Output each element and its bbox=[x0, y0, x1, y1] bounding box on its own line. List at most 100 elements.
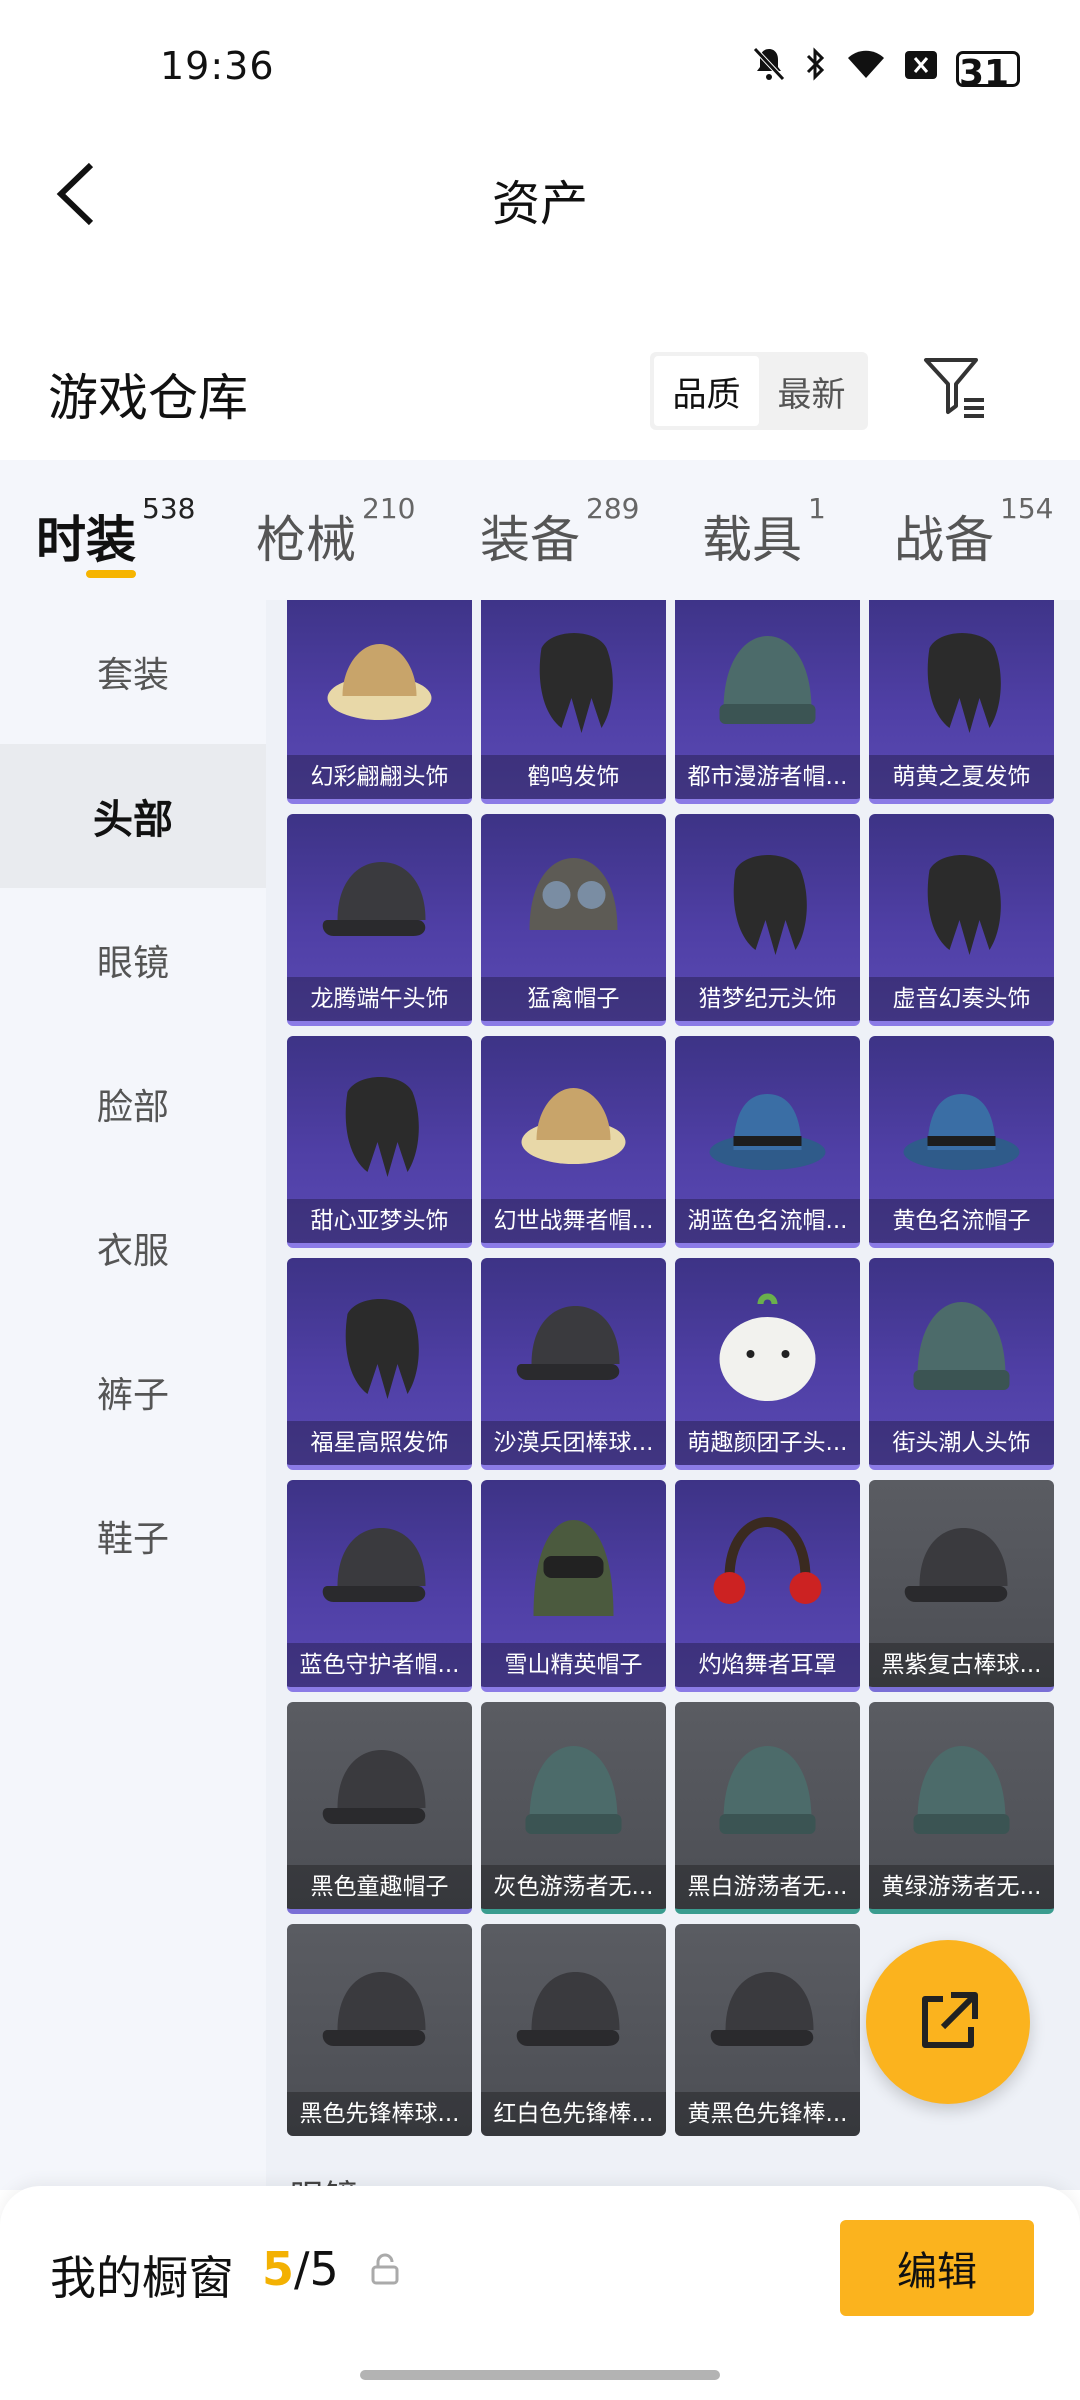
item-card[interactable]: 雪山精英帽子 bbox=[481, 1480, 666, 1692]
item-card[interactable]: 黄绿游荡者无... bbox=[869, 1702, 1054, 1914]
fedora-icon bbox=[899, 1062, 1024, 1182]
tab-guns[interactable]: 枪械210 bbox=[256, 492, 415, 572]
item-name: 街头潮人头饰 bbox=[869, 1421, 1054, 1465]
sidebar-item-head[interactable]: 头部 bbox=[0, 744, 266, 888]
item-card[interactable]: 街头潮人头饰 bbox=[869, 1258, 1054, 1470]
tab-label: 战备 bbox=[894, 511, 994, 569]
filter-button[interactable] bbox=[920, 350, 990, 420]
tab-vehicles[interactable]: 载具1 bbox=[702, 492, 826, 572]
item-card[interactable]: 幻世战舞者帽... bbox=[481, 1036, 666, 1248]
item-card[interactable]: 黑色童趣帽子 bbox=[287, 1702, 472, 1914]
item-name: 沙漠兵团棒球... bbox=[481, 1421, 666, 1465]
home-indicator[interactable] bbox=[360, 2370, 720, 2380]
cap-icon bbox=[705, 1950, 830, 2070]
tab-fashion[interactable]: 时装538 bbox=[36, 492, 195, 572]
sim-off-icon bbox=[904, 49, 938, 89]
sidebar-item-glasses[interactable]: 眼镜 bbox=[0, 888, 266, 1032]
edit-button[interactable]: 编辑 bbox=[840, 2220, 1034, 2316]
item-name: 萌趣颜团子头... bbox=[675, 1421, 860, 1465]
hair-icon bbox=[511, 618, 636, 738]
item-name: 黄绿游荡者无... bbox=[869, 1865, 1054, 1909]
wifi-icon bbox=[846, 48, 886, 89]
item-card[interactable]: 湖蓝色名流帽... bbox=[675, 1036, 860, 1248]
sidebar-item-face[interactable]: 脸部 bbox=[0, 1032, 266, 1176]
item-card[interactable]: 幻彩翩翩头饰 bbox=[287, 600, 472, 804]
item-card[interactable]: 鹤鸣发饰 bbox=[481, 600, 666, 804]
cap-icon bbox=[511, 1950, 636, 2070]
showcase-count: 5/5 bbox=[262, 2242, 339, 2296]
showcase-current: 5 bbox=[262, 2242, 295, 2296]
item-card[interactable]: 黑白游荡者无... bbox=[675, 1702, 860, 1914]
category-tabs: 时装538 枪械210 装备289 载具1 战备154 bbox=[0, 460, 1080, 600]
cap-icon bbox=[317, 1950, 442, 2070]
cap-icon bbox=[317, 1506, 442, 1626]
beanie-icon bbox=[511, 1728, 636, 1848]
item-name: 幻世战舞者帽... bbox=[481, 1199, 666, 1243]
helmet-icon bbox=[511, 840, 636, 960]
hat-icon bbox=[317, 618, 442, 738]
item-name: 幻彩翩翩头饰 bbox=[287, 755, 472, 799]
item-name: 龙腾端午头饰 bbox=[287, 977, 472, 1021]
beanie-icon bbox=[705, 618, 830, 738]
item-card[interactable]: 虚音幻奏头饰 bbox=[869, 814, 1054, 1026]
item-card[interactable]: 灰色游荡者无... bbox=[481, 1702, 666, 1914]
sort-toggle: 品质 最新 bbox=[650, 352, 868, 430]
item-card[interactable]: 黑色先锋棒球... bbox=[287, 1924, 472, 2136]
hair-icon bbox=[317, 1284, 442, 1404]
item-name: 甜心亚梦头饰 bbox=[287, 1199, 472, 1243]
sidebar-item-set[interactable]: 套装 bbox=[0, 600, 266, 744]
item-name: 萌黄之夏发饰 bbox=[869, 755, 1054, 799]
bluetooth-icon bbox=[804, 46, 828, 91]
tab-label: 时装 bbox=[36, 511, 136, 569]
page-title: 资产 bbox=[491, 176, 588, 232]
sort-latest-button[interactable]: 最新 bbox=[759, 356, 864, 426]
item-card[interactable]: 灼焰舞者耳罩 bbox=[675, 1480, 860, 1692]
tab-count: 210 bbox=[362, 492, 416, 525]
item-card[interactable]: 萌趣颜团子头... bbox=[675, 1258, 860, 1470]
tab-label: 载具 bbox=[702, 511, 802, 569]
app-header: 资产 bbox=[0, 140, 1080, 250]
item-card[interactable]: 甜心亚梦头饰 bbox=[287, 1036, 472, 1248]
active-tab-indicator bbox=[86, 570, 136, 578]
battery-icon: 31 bbox=[956, 50, 1020, 93]
item-name: 猎梦纪元头饰 bbox=[675, 977, 860, 1021]
item-card[interactable]: 黑紫复古棒球... bbox=[869, 1480, 1054, 1692]
beanie-icon bbox=[899, 1728, 1024, 1848]
sort-quality-button[interactable]: 品质 bbox=[654, 356, 759, 426]
share-icon bbox=[922, 1992, 978, 2048]
tab-equipment[interactable]: 装备289 bbox=[480, 492, 639, 572]
share-button[interactable] bbox=[866, 1940, 1030, 2104]
fedora-icon bbox=[705, 1062, 830, 1182]
item-card[interactable]: 红白色先锋棒... bbox=[481, 1924, 666, 2136]
item-name: 灼焰舞者耳罩 bbox=[675, 1643, 860, 1687]
item-name: 黄黑色先锋棒... bbox=[675, 2092, 860, 2136]
item-card[interactable]: 黄黑色先锋棒... bbox=[675, 1924, 860, 2136]
item-name: 黑白游荡者无... bbox=[675, 1865, 860, 1909]
item-card[interactable]: 龙腾端午头饰 bbox=[287, 814, 472, 1026]
item-name: 虚音幻奏头饰 bbox=[869, 977, 1054, 1021]
showcase-total: 5 bbox=[309, 2242, 339, 2296]
showcase-sep: / bbox=[294, 2242, 310, 2296]
status-time: 19:36 bbox=[160, 44, 275, 88]
warehouse-header: 游戏仓库 品质 最新 bbox=[0, 330, 1080, 450]
item-card[interactable]: 福星高照发饰 bbox=[287, 1258, 472, 1470]
item-name: 蓝色守护者帽... bbox=[287, 1643, 472, 1687]
sidebar-item-pants[interactable]: 裤子 bbox=[0, 1320, 266, 1464]
beanie-icon bbox=[705, 1728, 830, 1848]
item-card[interactable]: 萌黄之夏发饰 bbox=[869, 600, 1054, 804]
item-card[interactable]: 猎梦纪元头饰 bbox=[675, 814, 860, 1026]
sidebar-item-clothes[interactable]: 衣服 bbox=[0, 1176, 266, 1320]
hair-icon bbox=[705, 840, 830, 960]
sidebar-item-shoes[interactable]: 鞋子 bbox=[0, 1464, 266, 1608]
item-card[interactable]: 蓝色守护者帽... bbox=[287, 1480, 472, 1692]
cap-icon bbox=[511, 1284, 636, 1404]
cap-icon bbox=[317, 1728, 442, 1848]
tab-supplies[interactable]: 战备154 bbox=[894, 492, 1053, 572]
item-card[interactable]: 都市漫游者帽... bbox=[675, 600, 860, 804]
item-name: 红白色先锋棒... bbox=[481, 2092, 666, 2136]
item-card[interactable]: 猛禽帽子 bbox=[481, 814, 666, 1026]
item-card[interactable]: 黄色名流帽子 bbox=[869, 1036, 1054, 1248]
item-card[interactable]: 沙漠兵团棒球... bbox=[481, 1258, 666, 1470]
hair-icon bbox=[899, 840, 1024, 960]
tab-count: 538 bbox=[142, 492, 196, 525]
